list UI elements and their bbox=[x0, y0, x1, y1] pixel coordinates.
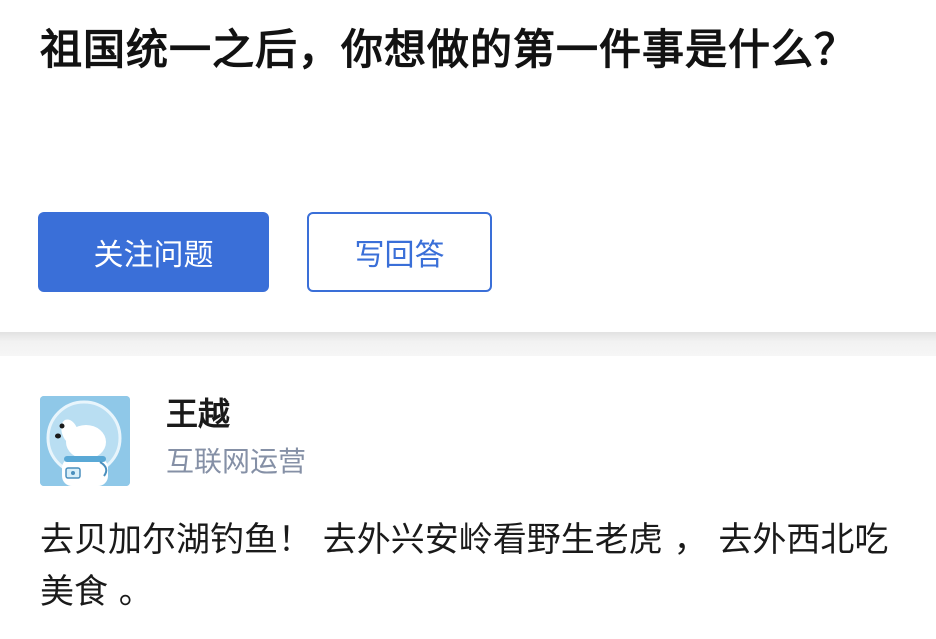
answer-content[interactable]: 去贝加尔湖钓鱼！ 去外兴安岭看野生老虎 ， 去外西北吃美食 。 bbox=[40, 514, 910, 618]
follow-question-button[interactable]: 关注问题 bbox=[38, 212, 269, 292]
section-divider bbox=[0, 332, 936, 356]
astronaut-dog-avatar-icon bbox=[40, 396, 130, 486]
question-title[interactable]: 祖国统一之后，你想做的第一件事是什么？ bbox=[40, 14, 900, 86]
question-card: 祖国统一之后，你想做的第一件事是什么？ 关注问题 写回答 bbox=[0, 0, 936, 332]
author-headline: 互联网运营 bbox=[166, 445, 307, 478]
answer-card: 王越 互联网运营 去贝加尔湖钓鱼！ 去外兴安岭看野生老虎 ， 去外西北吃美食 。 bbox=[0, 356, 936, 639]
write-answer-button[interactable]: 写回答 bbox=[307, 212, 492, 292]
author-name[interactable]: 王越 bbox=[166, 394, 230, 434]
avatar[interactable] bbox=[40, 396, 130, 486]
